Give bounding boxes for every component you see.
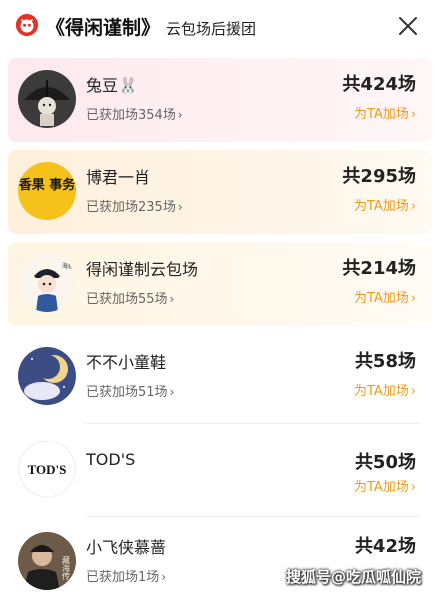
- divider: [86, 423, 420, 424]
- total-sessions: 共214场: [342, 258, 416, 279]
- avatar-text: 藏海传: [62, 555, 71, 581]
- extra-sessions-link[interactable]: 已获加场235场 ›: [86, 196, 183, 215]
- add-session-label: 为TA加场: [353, 291, 409, 306]
- supporter-name: TOD'S: [86, 450, 136, 469]
- total-sessions: 共50场: [354, 452, 416, 473]
- list-item[interactable]: 不不小童鞋 已获加场51场 › 共58场 为TA加场 ›: [8, 335, 432, 419]
- chevron-right-icon: ›: [177, 200, 183, 214]
- avatar: TOD'S: [18, 440, 76, 498]
- chevron-right-icon: ›: [410, 480, 416, 495]
- add-session-label: 为TA加场: [353, 384, 409, 399]
- avatar-text: 百香果 事务所: [18, 177, 76, 193]
- extra-sessions-link[interactable]: 已获加场354场 ›: [86, 104, 183, 123]
- avatar: [18, 347, 76, 405]
- supporter-name: 小飞侠慕蔷: [86, 538, 167, 557]
- list-item[interactable]: 海报 得闲谨制云包场 已获加场55场 › 共214场 为TA加场 ›: [8, 242, 432, 326]
- supporter-name: 不不小童鞋: [86, 353, 167, 372]
- avatar-text: 海报: [62, 262, 74, 270]
- page-subtitle: 云包场后援团: [166, 20, 257, 38]
- chevron-right-icon: ›: [161, 570, 167, 584]
- total-sessions: 共295场: [342, 166, 416, 187]
- extra-sessions-text: 已获加场55场: [86, 292, 168, 307]
- watermark: 搜狐号@吃瓜呱仙院: [286, 568, 422, 586]
- chevron-right-icon: ›: [410, 199, 416, 214]
- chevron-right-icon: ›: [177, 108, 183, 122]
- avatar: 百香果 事务所: [18, 162, 76, 220]
- add-session-button[interactable]: 为TA加场 ›: [354, 195, 416, 214]
- app-logo-icon: [16, 14, 38, 36]
- add-session-button[interactable]: 为TA加场 ›: [354, 287, 416, 306]
- add-session-button[interactable]: 为TA加场 ›: [354, 380, 416, 399]
- add-session-label: 为TA加场: [353, 107, 409, 122]
- add-session-label: 为TA加场: [353, 199, 409, 214]
- divider: [86, 516, 420, 517]
- list-item[interactable]: 兔豆🐰 已获加场354场 › 共424场 为TA加场 ›: [8, 58, 432, 142]
- supporter-name: 得闲谨制云包场: [86, 260, 199, 279]
- extra-sessions-text: 已获加场51场: [86, 385, 168, 400]
- avatar: [18, 70, 76, 128]
- add-session-button[interactable]: 为TA加场 ›: [354, 476, 416, 495]
- supporter-name: 兔豆🐰: [86, 76, 138, 95]
- chevron-right-icon: ›: [169, 292, 175, 306]
- total-sessions: 共58场: [354, 351, 416, 372]
- movie-title: 《得闲谨制》: [46, 17, 161, 39]
- chevron-right-icon: ›: [410, 384, 416, 399]
- page-title: 《得闲谨制》 云包场后援团: [46, 13, 256, 40]
- extra-sessions-text: 已获加场235场: [86, 200, 176, 215]
- extra-sessions-text: 已获加场1场: [86, 570, 160, 585]
- close-button[interactable]: [396, 14, 420, 38]
- extra-sessions-link[interactable]: 已获加场51场 ›: [86, 381, 174, 400]
- close-icon: [399, 17, 417, 35]
- total-sessions: 共42场: [354, 536, 416, 557]
- chevron-right-icon: ›: [169, 385, 175, 399]
- extra-sessions-text: 已获加场354场: [86, 108, 176, 123]
- chevron-right-icon: ›: [410, 291, 416, 306]
- add-session-button[interactable]: 为TA加场 ›: [354, 103, 416, 122]
- list-item[interactable]: 藏海传 小飞侠慕蔷 已获加场1场 › 共42场: [8, 520, 432, 604]
- total-sessions: 共424场: [342, 74, 416, 95]
- avatar-text: TOD'S: [28, 462, 67, 477]
- chevron-right-icon: ›: [410, 107, 416, 122]
- extra-sessions-link[interactable]: 已获加场1场 ›: [86, 566, 166, 585]
- header: 《得闲谨制》 云包场后援团: [0, 0, 440, 52]
- list-item[interactable]: TOD'S TOD'S 共50场 为TA加场 ›: [8, 428, 432, 512]
- avatar: 藏海传: [18, 532, 76, 590]
- list-item[interactable]: 百香果 事务所 博君一肖 已获加场235场› 共295场 为TA加场›: [8, 150, 432, 234]
- extra-sessions-link[interactable]: 已获加场55场 ›: [86, 288, 174, 307]
- supporter-name: 博君一肖: [86, 168, 151, 187]
- avatar: 海报: [18, 254, 76, 312]
- add-session-label: 为TA加场: [353, 480, 409, 495]
